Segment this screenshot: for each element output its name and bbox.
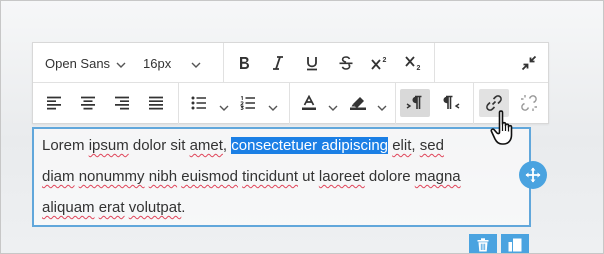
unlink-icon [521, 95, 537, 111]
toolbar-divider [395, 83, 396, 124]
font-size-select[interactable]: 16px [143, 43, 213, 83]
bulleted-list-button[interactable] [185, 89, 213, 117]
text-before-selection: Lorem ipsum dolor sit amet, [42, 137, 232, 154]
subscript-button[interactable]: 2 [400, 49, 428, 77]
superscript-button[interactable]: 2 [366, 49, 394, 77]
align-center-icon [81, 96, 95, 110]
toolbar-divider [473, 83, 474, 124]
highlighter-icon [350, 97, 366, 110]
ltr-icon [406, 95, 422, 109]
delete-block-button[interactable] [469, 234, 497, 253]
rtl-direction-button[interactable] [438, 89, 466, 117]
duplicate-icon [508, 238, 522, 251]
canvas-frame: Open Sans 16px 2 2 Lorem ipsum dolor sit… [0, 0, 604, 254]
underline-button[interactable] [298, 49, 326, 77]
font-family-value: Open Sans [45, 55, 111, 71]
align-left-button[interactable] [40, 89, 68, 117]
toolbar-divider [289, 83, 290, 124]
chevron-down-icon[interactable] [328, 98, 338, 116]
trash-icon [477, 237, 489, 251]
text-editor-block[interactable]: Lorem ipsum dolor sit amet, consectetuer… [32, 127, 531, 227]
chevron-down-icon [191, 56, 201, 71]
collapse-button[interactable] [515, 49, 543, 77]
subscript-icon: 2 [405, 56, 421, 71]
selected-text[interactable]: consectetuer adipiscing [231, 137, 389, 154]
collapse-icon [521, 55, 537, 71]
highlight-color-button[interactable] [344, 89, 372, 117]
align-right-button[interactable] [108, 89, 136, 117]
bold-button[interactable] [230, 49, 258, 77]
toolbar-row-1: Open Sans 16px 2 2 [33, 43, 548, 83]
strikethrough-button[interactable] [332, 49, 360, 77]
chevron-down-icon[interactable] [377, 98, 387, 116]
hand-pointer-cursor-icon [490, 109, 520, 152]
toolbar-divider [434, 43, 435, 82]
svg-text:2: 2 [383, 57, 387, 64]
italic-icon [273, 56, 283, 70]
font-family-select[interactable]: Open Sans [45, 43, 126, 83]
formatting-toolbar: Open Sans 16px 2 2 [32, 42, 549, 124]
numbered-list-icon [240, 96, 255, 110]
rtl-icon [443, 95, 460, 109]
text-color-icon [302, 95, 316, 110]
duplicate-block-button[interactable] [501, 234, 529, 253]
underline-icon [307, 57, 317, 71]
strikethrough-icon [339, 56, 353, 70]
font-size-value: 16px [143, 55, 172, 71]
align-right-icon [115, 96, 129, 110]
justify-icon [149, 96, 163, 110]
text-color-button[interactable] [295, 89, 323, 117]
chevron-down-icon[interactable] [219, 98, 229, 116]
editor-line-1: Lorem ipsum dolor sit amet, consectetuer… [42, 130, 521, 161]
move-handle[interactable] [519, 161, 547, 189]
svg-text:2: 2 [417, 65, 421, 71]
superscript-icon: 2 [371, 57, 387, 70]
align-left-icon [47, 96, 61, 110]
toolbar-divider [178, 83, 179, 124]
move-icon [525, 167, 541, 183]
toolbar-row-2 [33, 83, 548, 124]
bold-icon [240, 57, 249, 69]
bulleted-list-icon [191, 96, 206, 110]
text-after-selection: elit, sed [392, 137, 444, 154]
chevron-down-icon[interactable] [268, 98, 278, 116]
toolbar-divider [223, 43, 224, 82]
justify-button[interactable] [142, 89, 170, 117]
editor-line-2: diam nonummy nibh euismod tincidunt ut l… [42, 168, 461, 185]
numbered-list-button[interactable] [234, 89, 262, 117]
chevron-down-icon [116, 56, 126, 71]
ltr-direction-button[interactable] [400, 89, 430, 117]
italic-button[interactable] [264, 49, 292, 77]
editor-line-3: aliquam erat volutpat. [42, 199, 186, 216]
align-center-button[interactable] [74, 89, 102, 117]
